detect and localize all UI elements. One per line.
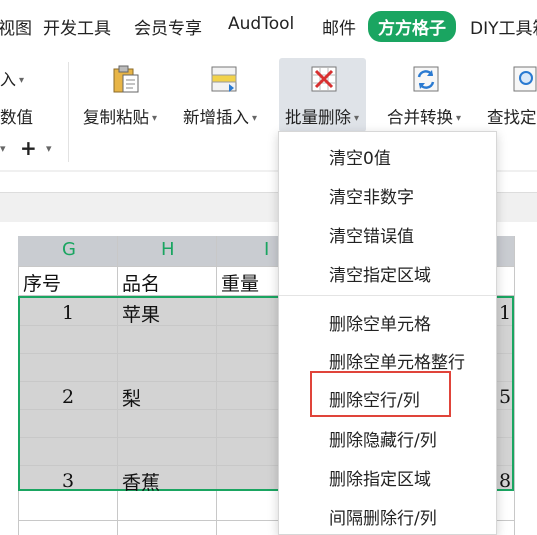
paste-icon[interactable] <box>111 64 141 94</box>
column-header-h[interactable]: H <box>161 239 175 260</box>
cell-edge-3[interactable]: 8 <box>499 470 511 492</box>
header-cell-name[interactable]: 品名 <box>122 269 160 296</box>
tab-mail[interactable]: 邮件 <box>322 14 356 39</box>
header-cell-no[interactable]: 序号 <box>23 269 61 296</box>
column-header-g[interactable]: G <box>62 239 76 260</box>
menu-item-clear-error-values[interactable]: 清空错误值 <box>329 222 414 247</box>
insert-icon[interactable] <box>209 64 239 94</box>
tab-diy-toolbox[interactable]: DIY工具箱 <box>470 14 537 39</box>
menu-item-delete-hidden-rows-cols[interactable]: 删除隐藏行/列 <box>329 426 437 451</box>
menu-item-delete-specified-area[interactable]: 删除指定区域 <box>329 465 431 490</box>
plus-dropdown-icon[interactable]: ▾ <box>46 142 52 155</box>
ribbon-button-batch-delete[interactable]: 批量删除 ▾ <box>285 104 359 128</box>
chevron-down-icon: ▾ <box>152 113 158 124</box>
menu-item-interval-delete-rows-cols[interactable]: 间隔删除行/列 <box>329 504 437 529</box>
cell-no-2[interactable]: 2 <box>62 386 74 408</box>
batch-delete-icon[interactable] <box>309 64 339 94</box>
cell-name-2[interactable]: 梨 <box>122 384 141 411</box>
chevron-down-icon[interactable]: ▾ <box>0 142 6 155</box>
cell-edge-1[interactable]: 1 <box>499 302 511 324</box>
tab-fangfang-gezi[interactable]: 方方格子 <box>368 11 456 42</box>
menu-divider <box>279 295 496 296</box>
grid-line <box>216 298 217 489</box>
header-cell-weight[interactable]: 重量 <box>221 269 259 296</box>
plus-icon[interactable]: + <box>20 136 37 160</box>
tab-developer-tools[interactable]: 开发工具 <box>43 14 111 39</box>
grid-line <box>117 298 118 489</box>
cell-edge-2[interactable]: 5 <box>499 386 511 408</box>
menu-item-clear-specified-area[interactable]: 清空指定区域 <box>329 261 431 286</box>
ribbon-button-find-locate[interactable]: 查找定位 <box>487 104 537 128</box>
chevron-down-icon: ▾ <box>354 113 360 124</box>
menu-item-clear-non-numeric[interactable]: 清空非数字 <box>329 183 414 208</box>
highlight-box <box>310 371 451 417</box>
ribbon-button-merge-convert[interactable]: 合并转换 ▾ <box>387 104 461 128</box>
cell-name-1[interactable]: 苹果 <box>122 300 160 327</box>
ribbon-left-fragment-top[interactable]: 入 ▾ <box>0 66 24 90</box>
menu-item-delete-empty-cells[interactable]: 删除空单元格 <box>329 310 431 335</box>
batch-delete-dropdown: 清空0值 清空非数字 清空错误值 清空指定区域 删除空单元格 删除空单元格整行 … <box>278 131 497 535</box>
cell-name-3[interactable]: 香蕉 <box>122 468 160 495</box>
grid-line <box>514 236 515 535</box>
tab-audtool[interactable]: AudTool <box>228 14 294 34</box>
menu-item-delete-empty-cell-rows[interactable]: 删除空单元格整行 <box>329 348 465 373</box>
cell-no-1[interactable]: 1 <box>62 302 74 324</box>
ribbon-divider <box>68 62 69 162</box>
tab-member[interactable]: 会员专享 <box>134 14 202 39</box>
chevron-down-icon: ▾ <box>252 113 258 124</box>
menu-item-clear-zero[interactable]: 清空0值 <box>329 144 391 169</box>
cell-no-3[interactable]: 3 <box>62 470 74 492</box>
ribbon-left-fragment-mid[interactable]: 数值 <box>0 104 33 128</box>
merge-convert-icon[interactable] <box>411 64 441 94</box>
menu-tab-bar: 视图 开发工具 会员专享 AudTool 邮件 方方格子 DIY工具箱 <box>0 0 537 56</box>
column-header-i[interactable]: I <box>264 239 269 260</box>
tab-view[interactable]: 视图 <box>0 14 32 39</box>
find-locate-icon[interactable] <box>512 64 537 94</box>
chevron-down-icon: ▾ <box>456 113 462 124</box>
ribbon-button-insert[interactable]: 新增插入 ▾ <box>183 104 257 128</box>
ribbon-button-copy-paste[interactable]: 复制粘贴 ▾ <box>83 104 157 128</box>
